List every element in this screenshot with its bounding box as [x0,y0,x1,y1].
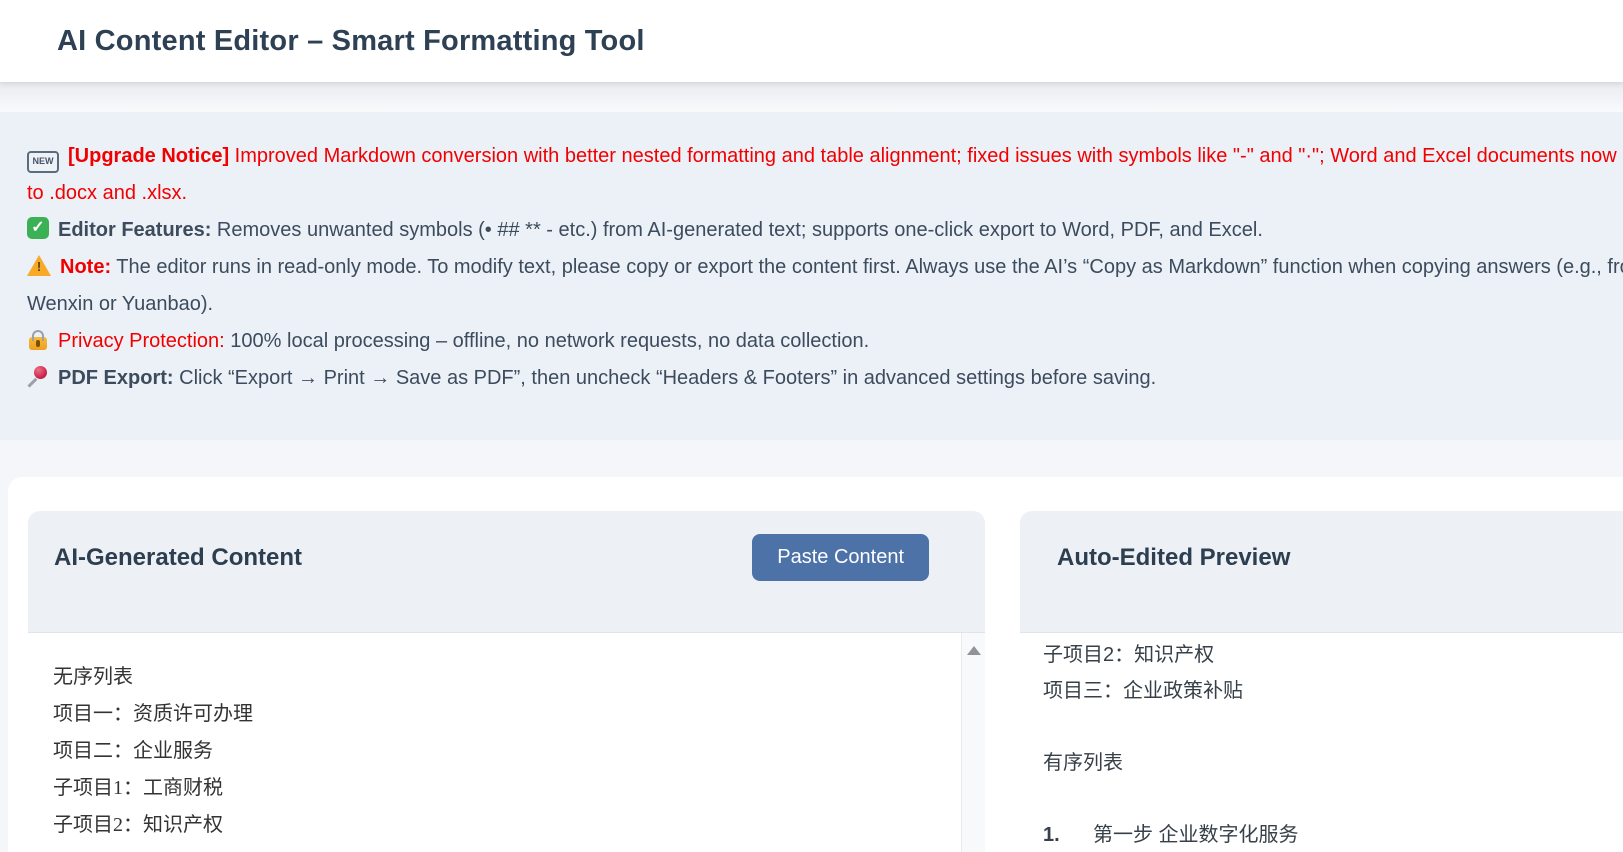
source-line: 子项目1：工商财税 [53,770,945,807]
check-icon [27,217,49,239]
source-text: 无序列表项目一：资质许可办理项目二：企业服务子项目1：工商财税子项目2：知识产权 [28,633,985,844]
notice-panel: NEW [Upgrade Notice] Improved Markdown co… [0,112,1623,440]
notice-paragraph: PDF Export: Click “Export → Print → Save… [27,360,1623,397]
preview-text: 子项目2：知识产权项目三：企业政策补贴有序列表 1.第一步 企业数字化服务 [1020,633,1623,852]
paste-content-button[interactable]: Paste Content [752,534,929,581]
ordered-item-text: 第一步 企业数字化服务 [1093,817,1299,852]
lock-icon [29,337,47,350]
source-scrollbar[interactable] [961,633,985,852]
notice-text-segment: The editor runs in read-only mode. To mo… [111,256,1623,278]
app-header: AI Content Editor – Smart Formatting Too… [0,0,1623,82]
notice-text-segment: Removes unwanted symbols (• ## ** - etc.… [211,219,1263,241]
notice-text-segment: Click “Export → Print → Save as PDF”, th… [174,367,1157,389]
notice-text-segment: Improved Markdown conversion with better… [229,145,1623,167]
source-content-area[interactable]: 无序列表项目一：资质许可办理项目二：企业服务子项目1：工商财税子项目2：知识产权 [28,632,985,852]
source-panel-title: AI-Generated Content [54,544,302,572]
preview-content-area: 子项目2：知识产权项目三：企业政策补贴有序列表 1.第一步 企业数字化服务 [1020,632,1623,852]
ordered-item-number: 1. [1043,817,1093,852]
notice-text-segment: Privacy Protection: [58,330,225,352]
preview-line: 项目三：企业政策补贴 [1043,673,1623,709]
preview-ordered-item: 1.第一步 企业数字化服务 [1043,817,1623,852]
header-shadow-gap [0,82,1623,112]
warn-icon [27,255,51,276]
preview-line: 子项目2：知识产权 [1043,637,1623,673]
preview-line [1043,709,1623,745]
source-panel: AI-Generated Content Paste Content 无序列表项… [28,511,985,852]
main-container: AI-Generated Content Paste Content 无序列表项… [8,477,1623,852]
preview-line [1043,781,1623,817]
notice-text-segment: to .docx and .xlsx. [27,182,187,204]
preview-line: 有序列表 [1043,745,1623,781]
scroll-up-icon[interactable] [967,646,981,655]
notice-paragraph: Note: The editor runs in read-only mode.… [27,249,1623,323]
preview-panel-header: Auto-Edited Preview [1020,511,1623,632]
notice-text-segment: 100% local processing – offline, no netw… [225,330,869,352]
source-line: 无序列表 [53,659,945,696]
notice-text-segment: [Upgrade Notice] [68,145,229,167]
notice-text-segment: Editor Features: [58,219,211,241]
notice-text-segment: PDF Export: [58,367,174,389]
pin-icon [27,366,49,388]
page-background-gap [0,440,1623,477]
preview-panel: Auto-Edited Preview 子项目2：知识产权项目三：企业政策补贴有… [1020,511,1623,852]
page-title: AI Content Editor – Smart Formatting Too… [57,25,645,58]
source-line: 项目二：企业服务 [53,733,945,770]
notice-paragraph: Editor Features: Removes unwanted symbol… [27,212,1623,249]
notice-text-segment: Note: [60,256,111,278]
notice-paragraph: Privacy Protection: 100% local processin… [27,323,1623,360]
source-line: 子项目2：知识产权 [53,807,945,844]
notice-paragraph: NEW [Upgrade Notice] Improved Markdown co… [27,138,1623,212]
notice-text: NEW [Upgrade Notice] Improved Markdown co… [0,112,1623,440]
source-line: 项目一：资质许可办理 [53,696,945,733]
source-panel-header: AI-Generated Content Paste Content [28,511,985,632]
notice-text-segment: Wenxin or Yuanbao). [27,293,213,315]
new-icon: NEW [27,151,59,173]
preview-panel-title: Auto-Edited Preview [1057,544,1290,572]
